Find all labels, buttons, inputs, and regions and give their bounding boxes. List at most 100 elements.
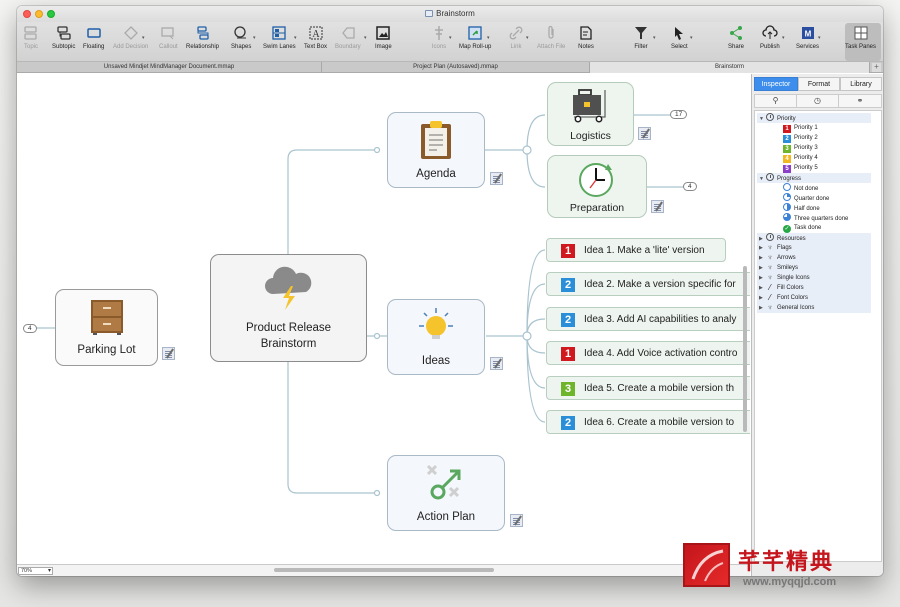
tree-group-fill-colors[interactable]: ▶ ⁄ Fill Colors	[757, 283, 871, 293]
tree-group-progress[interactable]: ▼ Progress	[757, 173, 871, 183]
tree-item-priority-4[interactable]: 4 Priority 4	[757, 153, 871, 163]
zoom-select[interactable]: 70%	[18, 567, 53, 575]
link-button[interactable]: Link	[508, 25, 524, 50]
tab-inspector[interactable]: Inspector	[754, 77, 798, 91]
vertical-scrollbar[interactable]	[743, 266, 747, 432]
tree-item-three-quarters-done[interactable]: Three quarters done	[757, 213, 871, 223]
horizontal-scrollbar[interactable]	[274, 568, 494, 572]
ideas-notes-icon[interactable]	[490, 357, 503, 370]
map-canvas[interactable]: Product Release Brainstorm 4 Parking Lot…	[17, 74, 750, 564]
preparation-collapsed-count[interactable]: 4	[683, 182, 697, 191]
idea-item[interactable]: 2 Idea 2. Make a version specific for	[546, 272, 750, 296]
agenda-topic[interactable]: Agenda	[387, 112, 485, 188]
icons-dropdown[interactable]: ▾	[449, 35, 452, 41]
task-panes-button[interactable]: Task Panes	[845, 25, 876, 50]
tab-library[interactable]: Library	[840, 77, 882, 91]
preparation-topic[interactable]: Preparation	[547, 155, 647, 218]
swim-lanes-button[interactable]: Swim Lanes	[263, 25, 296, 50]
expand-arrow-icon[interactable]: ▶	[759, 283, 766, 293]
idea-item[interactable]: 3 Idea 5. Create a mobile version th	[546, 376, 750, 400]
tree-item-quarter-done[interactable]: Quarter done	[757, 193, 871, 203]
swim-lanes-dropdown[interactable]: ▾	[294, 35, 297, 41]
publish-dropdown[interactable]: ▾	[782, 35, 785, 41]
link-dropdown[interactable]: ▾	[526, 35, 529, 41]
relationship-button[interactable]: Relationship	[186, 25, 219, 50]
tree-item-priority-3[interactable]: 3 Priority 3	[757, 143, 871, 153]
central-topic[interactable]: Product Release Brainstorm	[210, 254, 367, 362]
boundary-dropdown[interactable]: ▾	[364, 35, 367, 41]
add-tab-button[interactable]: +	[872, 63, 881, 72]
select-button[interactable]: Select	[671, 25, 688, 50]
action-plan-notes-icon[interactable]	[510, 514, 523, 527]
tab-unsaved-document[interactable]: Unsaved Mindjet MindManager Document.mma…	[17, 62, 322, 73]
parking-lot-notes-icon[interactable]	[162, 347, 175, 360]
services-button[interactable]: M Services	[796, 25, 819, 50]
ideas-children-handle[interactable]	[522, 331, 532, 341]
icons-filter-button[interactable]: ⚲	[755, 95, 797, 107]
tree-group-smileys[interactable]: ▶ ♆ Smileys	[757, 263, 871, 273]
tree-item-priority-5[interactable]: 5 Priority 5	[757, 163, 871, 173]
parking-lot-topic[interactable]: Parking Lot	[55, 289, 158, 366]
tree-group-priority[interactable]: ▼ Priority	[757, 113, 871, 123]
links-attachments-button[interactable]: ⚭	[839, 95, 881, 107]
notes-button[interactable]: Notes	[578, 25, 594, 50]
action-plan-topic[interactable]: Action Plan	[387, 455, 505, 531]
filter-dropdown[interactable]: ▾	[653, 35, 656, 41]
idea-item[interactable]: 1 Idea 4. Add Voice activation contro	[546, 341, 750, 365]
shapes-button[interactable]: Shapes	[231, 25, 251, 50]
ideas-collapse-handle[interactable]	[373, 332, 381, 340]
tree-item-not-done[interactable]: Not done	[757, 183, 871, 193]
tree-item-priority-2[interactable]: 2 Priority 2	[757, 133, 871, 143]
tree-item-half-done[interactable]: Half done	[757, 203, 871, 213]
expand-arrow-icon[interactable]: ▶	[759, 303, 766, 313]
boundary-button[interactable]: Boundary	[335, 25, 361, 50]
idea-item[interactable]: 2 Idea 6. Create a mobile version to	[546, 410, 750, 434]
agenda-notes-icon[interactable]	[490, 172, 503, 185]
expand-arrow-icon[interactable]: ▶	[759, 263, 766, 273]
tree-group-arrows[interactable]: ▶ ♆ Arrows	[757, 253, 871, 263]
select-dropdown[interactable]: ▾	[690, 35, 693, 41]
tab-brainstorm[interactable]: Brainstorm	[590, 62, 870, 73]
preparation-notes-icon[interactable]	[651, 200, 664, 213]
expand-arrow-icon[interactable]: ▶	[759, 273, 766, 283]
subtopic-button[interactable]: Subtopic	[52, 25, 75, 50]
floating-button[interactable]: Floating	[83, 25, 104, 50]
expand-arrow-icon[interactable]: ▶	[759, 253, 766, 263]
tree-group-general-icons[interactable]: ▶ ♆ General Icons	[757, 303, 871, 313]
idea-item[interactable]: 2 Idea 3. Add AI capabilities to analy	[546, 307, 750, 331]
tree-group-resources[interactable]: ▶ Resources	[757, 233, 871, 243]
tree-label: Priority 4	[794, 155, 818, 161]
tree-group-flags[interactable]: ▶ ♆ Flags	[757, 243, 871, 253]
expand-arrow-icon[interactable]: ▶	[759, 243, 766, 253]
parking-lot-collapsed-count[interactable]: 4	[23, 324, 37, 333]
topic-button[interactable]: Topic	[23, 25, 39, 50]
icons-button[interactable]: Icons	[431, 25, 447, 50]
logistics-notes-icon[interactable]	[638, 127, 651, 140]
agenda-collapse-handle[interactable]	[373, 146, 381, 154]
callout-button[interactable]: Callout	[159, 25, 178, 50]
image-button[interactable]: Image	[375, 25, 392, 50]
shapes-dropdown[interactable]: ▾	[253, 35, 256, 41]
action-plan-collapse-handle[interactable]	[373, 489, 381, 497]
idea-item[interactable]: 1 Idea 1. Make a 'lite' version	[546, 238, 726, 262]
publish-button[interactable]: Publish	[760, 25, 780, 50]
tree-item-task-done[interactable]: ✓ Task done	[757, 223, 871, 233]
text-box-button[interactable]: A Text Box	[304, 25, 327, 50]
add-decision-dropdown[interactable]: ▾	[142, 35, 145, 41]
share-button[interactable]: Share	[728, 25, 744, 50]
logistics-topic[interactable]: Logistics	[547, 82, 634, 146]
tree-group-single-icons[interactable]: ▶ ♆ Single Icons	[757, 273, 871, 283]
agenda-children-handle[interactable]	[522, 145, 532, 155]
task-info-button[interactable]: ◷	[797, 95, 839, 107]
tab-project-plan[interactable]: Project Plan (Autosaved).mmap	[322, 62, 590, 73]
expand-arrow-icon[interactable]: ▶	[759, 293, 766, 303]
tree-group-font-colors[interactable]: ▶ ⁄ Font Colors	[757, 293, 871, 303]
attach-file-button[interactable]: Attach File	[537, 25, 565, 50]
map-rollup-dropdown[interactable]: ▾	[487, 35, 490, 41]
tree-item-priority-1[interactable]: 1 Priority 1	[757, 123, 871, 133]
logistics-collapsed-count[interactable]: 17	[670, 110, 688, 119]
filter-button[interactable]: Filter	[633, 25, 649, 50]
services-dropdown[interactable]: ▾	[818, 35, 821, 41]
tab-format[interactable]: Format	[798, 77, 840, 91]
ideas-topic[interactable]: Ideas	[387, 299, 485, 375]
